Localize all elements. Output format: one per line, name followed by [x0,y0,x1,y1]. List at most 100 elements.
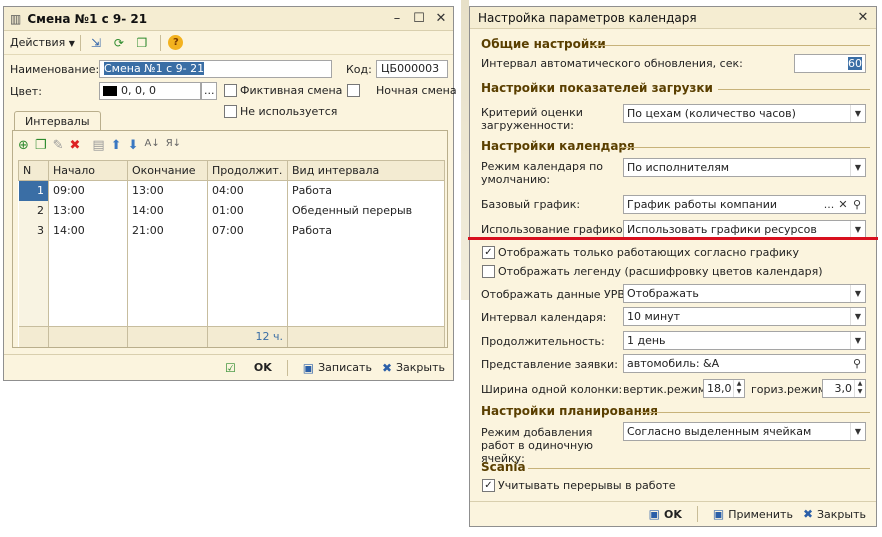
add-mode-select[interactable]: Согласно выделенным ячейкам ▼ [623,422,866,441]
column-header[interactable]: Окончание [127,160,208,181]
cell: 07:00 [207,220,288,241]
interval-field[interactable]: 60 [794,54,866,73]
section-divider [590,45,870,46]
cell: 21:00 [127,220,208,241]
copy-icon[interactable]: ❐ [132,33,152,53]
ok-button[interactable]: ☑ OK [225,361,272,374]
spinner-icon[interactable]: ▲ ▼ [733,380,744,397]
chevron-down-icon[interactable]: ▼ [850,105,865,122]
chevron-down-icon[interactable]: ▼ [850,159,865,176]
request-field[interactable]: автомобиль: &А ⚲ [623,354,866,373]
edit-icon[interactable]: ✎ [53,138,64,153]
request-label: Представление заявки: [481,358,618,371]
move-down-icon[interactable]: ⬇ [128,138,139,153]
night-label: Ночная смена [376,84,457,97]
delete-icon[interactable]: ✖ [69,138,80,153]
cell: Работа [287,180,445,201]
cell: 01:00 [207,200,288,221]
ok-label: OK [253,361,272,374]
save-button[interactable]: ▣ Записать [303,361,372,374]
horizontal-width-field[interactable]: 3,0 ▲ ▼ [822,379,866,398]
apply-button[interactable]: ▣ Применить [713,508,793,521]
floppy-icon: ▣ [302,360,315,375]
toolbar-divider [79,34,81,51]
save-close-icon[interactable]: ⇲ [86,33,106,53]
chevron-down-icon[interactable]: ▼ [850,221,865,238]
urv-select[interactable]: Отображать ▼ [623,284,866,303]
base-schedule-field[interactable]: График работы компании ... ✕ ⚲ [623,195,866,214]
close-label: Закрыть [817,507,866,521]
clear-icon[interactable]: ✕ [836,196,850,213]
intervals-table: N Начало Окончание Продолжит. Вид интерв… [18,160,445,347]
close-window-button[interactable]: ✕ [434,12,448,26]
add-icon[interactable]: ⊕ [18,138,29,153]
unused-checkbox[interactable] [224,105,237,118]
table-row[interactable]: 1 09:00 13:00 04:00 Работа [18,180,445,201]
search-icon[interactable]: ⚲ [850,196,864,213]
cell: 3 [18,220,49,241]
spinner-icon[interactable]: ▲ ▼ [854,380,865,397]
name-field[interactable]: Смена №1 с 9- 21 [99,60,332,78]
night-checkbox[interactable] [347,84,360,97]
settings-footer: ▣ OK ▣ Применить ✖ Закрыть [470,501,876,526]
legend-checkbox[interactable] [482,265,495,278]
chevron-down-icon[interactable]: ▼ [850,423,865,440]
select-ellipsis-button[interactable]: ... [822,196,836,213]
shift-toolbar: Действия ▼ ⇲ ⟳ ❐ ? [4,31,453,55]
interval-label: Интервал автоматического обновления, сек… [481,57,743,70]
settings-titlebar: Настройка параметров календаря ✕ [470,7,876,29]
column-header[interactable]: Продолжит. [207,160,288,181]
duration-select[interactable]: 1 день ▼ [623,331,866,350]
column-width-label: Ширина одной колонки: [481,383,623,396]
actions-menu[interactable]: Действия ▼ [10,36,75,49]
section-divider [528,468,870,469]
search-icon[interactable]: ⚲ [850,355,864,372]
ok-button[interactable]: ▣ OK [649,508,682,521]
mode-select[interactable]: По исполнителям ▼ [623,158,866,177]
chevron-down-icon: ▼ [68,39,75,48]
duration-label: Продолжительность: [481,335,605,348]
color-field[interactable]: 0, 0, 0 [99,82,201,100]
sort-asc-icon[interactable]: A↓ [144,138,159,153]
move-up-icon[interactable]: ⬆ [111,138,122,153]
tab-intervals[interactable]: Интервалы [14,111,101,131]
table-row[interactable]: 2 13:00 14:00 01:00 Обеденный перерыв [18,200,445,221]
save-icon[interactable]: ▤ [92,138,104,153]
sort-desc-icon[interactable]: Я↓ [166,138,181,153]
column-header[interactable]: Начало [48,160,128,181]
table-row[interactable]: 3 14:00 21:00 07:00 Работа [18,220,445,241]
section-divider [620,147,870,148]
minimize-button[interactable]: – [390,12,404,26]
vertical-width-field[interactable]: 18,0 ▲ ▼ [703,379,745,398]
section-divider [640,412,870,413]
help-icon[interactable]: ? [166,33,186,53]
cell: 09:00 [48,180,128,201]
usage-value: Использовать графики ресурсов [627,223,817,236]
cal-interval-select[interactable]: 10 минут ▼ [623,307,866,326]
column-header[interactable]: Вид интервала [287,160,445,181]
close-button[interactable]: ✖ Закрыть [382,361,445,374]
save-label: Записать [318,361,372,374]
criterion-label: Критерий оценки загруженности: [481,106,583,132]
base-schedule-label: Базовый график: [481,198,581,211]
add-copy-icon[interactable]: ❐ [35,138,47,153]
maximize-button[interactable]: ☐ [412,12,426,26]
intervals-toolbar: ⊕ ❐ ✎ ✖ ▤ ⬆ ⬇ A↓ Я↓ [18,138,181,153]
refresh-icon[interactable]: ⟳ [109,33,129,53]
color-select-button[interactable]: ... [201,82,217,100]
only-working-checkbox[interactable]: ✓ [482,246,495,259]
chevron-down-icon[interactable]: ▼ [850,308,865,325]
chevron-down-icon[interactable]: ▼ [850,332,865,349]
code-field[interactable]: ЦБ000003 [376,60,448,78]
request-value: автомобиль: &А [627,357,720,370]
close-window-button[interactable]: ✕ [856,11,870,25]
fictive-checkbox[interactable] [224,84,237,97]
mode-value: По исполнителям [627,161,730,174]
section-load: Настройки показателей загрузки [481,81,713,95]
close-button[interactable]: ✖ Закрыть [803,508,866,521]
criterion-select[interactable]: По цехам (количество часов) ▼ [623,104,866,123]
chevron-down-icon[interactable]: ▼ [850,285,865,302]
section-planning: Настройки планирования [481,404,658,418]
column-header[interactable]: N [18,160,49,181]
breaks-checkbox[interactable]: ✓ [482,479,495,492]
